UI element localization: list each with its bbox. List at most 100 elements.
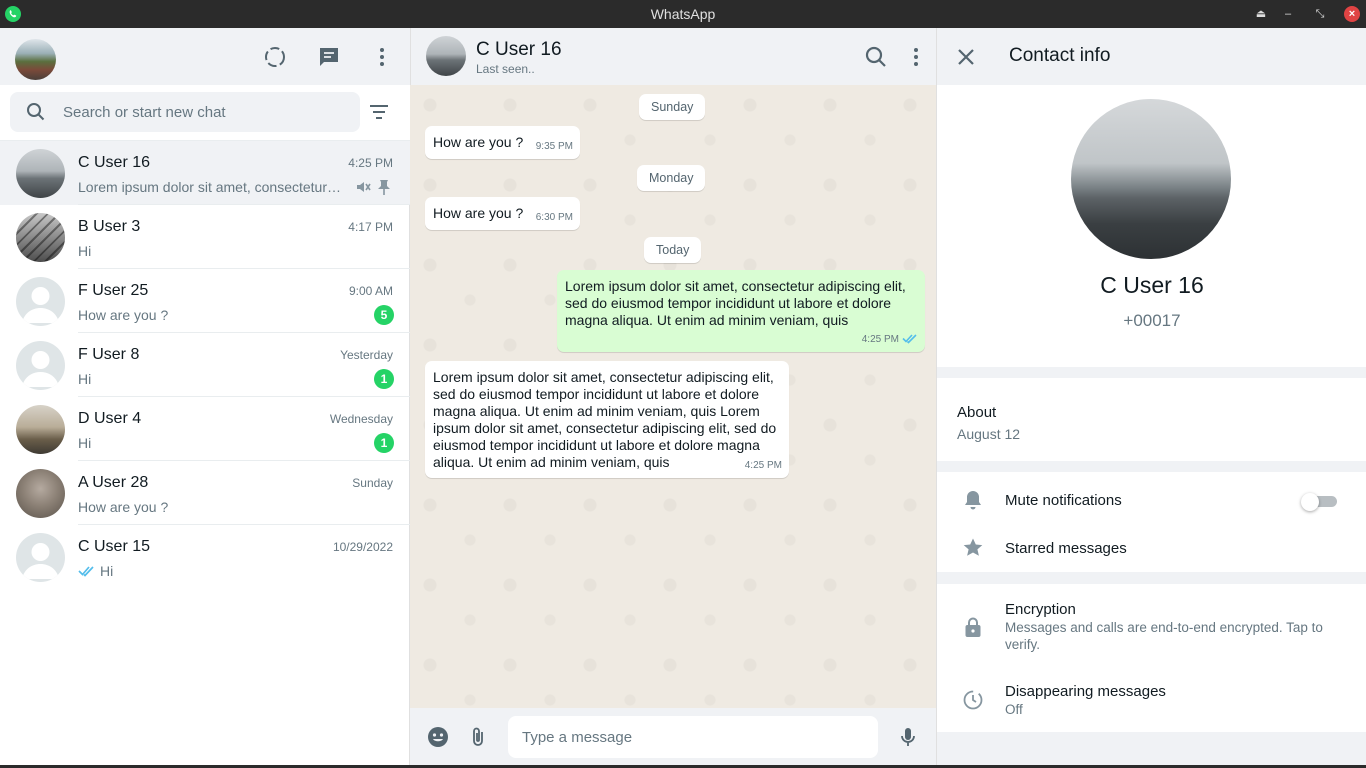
chat-item-body: F User 25 9:00 AM How are you ? 5 <box>78 269 410 333</box>
conversation-header[interactable]: C User 16 Last seen.. <box>410 28 936 85</box>
menu-icon[interactable] <box>370 45 394 69</box>
chat-list-item[interactable]: A User 28 Sunday How are you ? <box>0 461 410 525</box>
starred-messages-label: Starred messages <box>1005 540 1127 557</box>
contact-info-header: Contact info <box>937 28 1366 85</box>
attach-icon[interactable] <box>466 725 490 749</box>
chat-preview: Hi <box>78 243 92 259</box>
encryption-label: Encryption <box>1005 601 1076 618</box>
default-avatar-icon <box>16 533 65 582</box>
privacy-section: Encryption Messages and calls are end-to… <box>937 584 1366 732</box>
encryption-row[interactable]: Encryption Messages and calls are end-to… <box>937 584 1366 666</box>
default-avatar-icon <box>16 341 65 390</box>
disappearing-messages-row[interactable]: Disappearing messages Off <box>937 666 1366 732</box>
contact-photo[interactable] <box>1071 99 1231 259</box>
about-section: About August 12 <box>937 378 1366 461</box>
chat-list-panel: C User 16 4:25 PM Lorem ipsum dolor sit … <box>0 28 410 765</box>
chat-list-item[interactable]: B User 3 4:17 PM Hi <box>0 205 410 269</box>
chat-list-item[interactable]: F User 8 Yesterday Hi 1 <box>0 333 410 397</box>
message-text: How are you ? <box>433 134 524 150</box>
close-window-button[interactable]: × <box>1344 6 1360 22</box>
restore-button[interactable]: ⤡ <box>1312 6 1328 22</box>
chat-name: D User 4 <box>78 410 142 427</box>
chat-item-body: B User 3 4:17 PM Hi <box>78 205 410 269</box>
chat-preview-row: Hi <box>78 563 113 579</box>
default-avatar-icon <box>16 277 65 326</box>
conversation-avatar[interactable] <box>426 36 466 76</box>
chat-time: Wednesday <box>329 412 393 426</box>
encryption-description: Messages and calls are end-to-end encryp… <box>1005 620 1323 652</box>
message-time: 4:25 PM <box>861 334 899 345</box>
about-label: About <box>957 404 997 421</box>
message-area[interactable]: Sunday How are you ? 9:35 PM Monday How … <box>410 85 936 708</box>
chat-item-body: C User 16 4:25 PM Lorem ipsum dolor sit … <box>78 141 410 205</box>
mute-notifications-label: Mute notifications <box>1005 492 1122 509</box>
conversation-panel: C User 16 Last seen.. Sunday How are you… <box>410 28 936 765</box>
emoji-icon[interactable] <box>426 725 450 749</box>
double-check-icon <box>78 564 96 577</box>
search-icon[interactable] <box>864 45 888 69</box>
minimize-button[interactable]: – <box>1280 6 1296 22</box>
chat-list: C User 16 4:25 PM Lorem ipsum dolor sit … <box>0 141 410 589</box>
message-bubble-incoming[interactable]: How are you ? 6:30 PM <box>425 197 580 230</box>
chat-list-item[interactable]: C User 16 4:25 PM Lorem ipsum dolor sit … <box>0 141 410 205</box>
window-title: WhatsApp <box>650 6 716 22</box>
starred-messages-row[interactable]: Starred messages <box>937 522 1366 572</box>
mic-icon[interactable] <box>896 725 920 749</box>
search-icon <box>26 102 46 122</box>
disappearing-messages-value: Off <box>1005 702 1023 717</box>
contact-phone: +00017 <box>1123 311 1181 330</box>
chat-preview: How are you ? <box>78 499 169 515</box>
contact-profile-card: C User 16 +00017 <box>937 85 1366 367</box>
search-row <box>0 85 410 141</box>
mute-notifications-row[interactable]: Mute notifications <box>937 472 1366 522</box>
eject-icon[interactable]: ⏏ <box>1253 6 1269 22</box>
contact-avatar <box>16 405 65 454</box>
message-input[interactable] <box>508 716 878 758</box>
message-time: 6:30 PM <box>535 212 573 223</box>
new-chat-icon[interactable] <box>317 45 341 69</box>
window-titlebar: WhatsApp ⏏ – ⤡ × <box>0 0 1366 28</box>
contact-info-panel: Contact info C User 16 +00017 About Augu… <box>936 28 1366 765</box>
search-input[interactable] <box>63 100 343 124</box>
pin-icon <box>375 178 393 196</box>
chat-time: Yesterday <box>340 348 393 362</box>
message-text: How are you ? <box>433 205 524 221</box>
chat-time: 9:00 AM <box>348 284 393 298</box>
message-meta: 4:25 PM <box>862 331 918 348</box>
chat-list-item[interactable]: F User 25 9:00 AM How are you ? 5 <box>0 269 410 333</box>
contact-name: C User 16 <box>1100 272 1204 298</box>
status-icon[interactable] <box>263 45 287 69</box>
message-composer <box>410 708 936 765</box>
double-check-icon <box>902 333 918 344</box>
message-bubble-incoming[interactable]: Lorem ipsum dolor sit amet, consectetur … <box>425 361 789 478</box>
timer-icon <box>962 689 984 711</box>
chat-list-item[interactable]: C User 15 10/29/2022 Hi <box>0 525 410 589</box>
message-text: Lorem ipsum dolor sit amet, consectetur … <box>565 278 906 328</box>
message-bubble-incoming[interactable]: How are you ? 9:35 PM <box>425 126 580 159</box>
message-bubble-outgoing[interactable]: Lorem ipsum dolor sit amet, consectetur … <box>557 270 925 352</box>
star-icon <box>962 537 984 559</box>
close-icon[interactable] <box>954 45 978 69</box>
message-time: 4:25 PM <box>744 460 782 471</box>
mute-toggle[interactable] <box>1301 493 1337 511</box>
chat-time: 4:17 PM <box>348 220 393 234</box>
unread-badge: 1 <box>374 369 394 389</box>
chat-name: B User 3 <box>78 218 141 235</box>
conversation-status: Last seen.. <box>476 62 535 76</box>
menu-icon[interactable] <box>904 45 928 69</box>
contact-avatar <box>16 149 65 198</box>
filter-icon[interactable] <box>368 101 390 123</box>
chat-preview: Lorem ipsum dolor sit amet, consectetur … <box>78 179 343 195</box>
chat-name: C User 16 <box>78 154 151 171</box>
chat-list-item[interactable]: D User 4 Wednesday Hi 1 <box>0 397 410 461</box>
chat-item-body: C User 15 10/29/2022 Hi <box>78 525 410 589</box>
unread-badge: 5 <box>374 305 394 325</box>
date-divider: Sunday <box>639 94 706 120</box>
my-avatar[interactable] <box>15 39 56 80</box>
search-box[interactable] <box>10 92 360 132</box>
chat-item-body: F User 8 Yesterday Hi 1 <box>78 333 410 397</box>
chat-preview: Hi <box>78 435 92 451</box>
notification-settings-section: Mute notifications Starred messages <box>937 472 1366 572</box>
chat-name: A User 28 <box>78 474 149 491</box>
about-value: August 12 <box>957 426 1021 442</box>
